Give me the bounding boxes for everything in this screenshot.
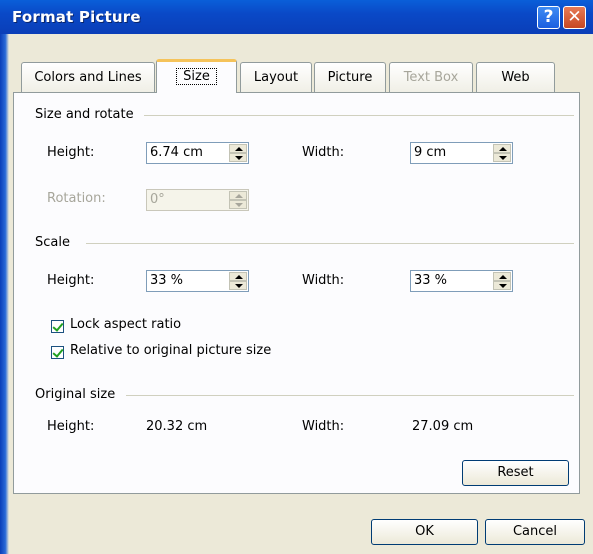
- height-value[interactable]: 6.74 cm: [150, 145, 203, 160]
- spin-up-icon: [229, 191, 247, 200]
- tab-picture[interactable]: Picture: [314, 62, 386, 92]
- title-bar[interactable]: Format Picture ? ✕: [0, 0, 593, 34]
- width-label: Width:: [302, 145, 345, 160]
- cancel-button[interactable]: Cancel: [485, 519, 585, 545]
- scale-height-value[interactable]: 33 %: [150, 273, 183, 288]
- size-rotate-heading: Size and rotate: [35, 107, 134, 122]
- tab-label: Colors and Lines: [34, 70, 142, 85]
- height-spinner[interactable]: 6.74 cm: [146, 142, 249, 164]
- spin-down-icon[interactable]: [493, 281, 511, 290]
- spinner-buttons: [229, 144, 247, 162]
- spin-down-icon: [229, 200, 247, 209]
- spin-up-icon[interactable]: [493, 272, 511, 281]
- spinner-buttons: [229, 272, 247, 290]
- height-label: Height:: [47, 145, 94, 160]
- width-spinner[interactable]: 9 cm: [410, 142, 513, 164]
- scale-divider: [86, 243, 574, 244]
- spin-down-icon[interactable]: [229, 153, 247, 162]
- window-frame: [0, 34, 9, 554]
- tab-label: Size: [176, 68, 217, 85]
- dialog-title: Format Picture: [12, 8, 141, 26]
- tab-text-box: Text Box: [389, 62, 473, 92]
- rotation-value: 0°: [150, 192, 165, 207]
- original-height-value: 20.32 cm: [146, 419, 208, 434]
- spin-up-icon[interactable]: [229, 144, 247, 153]
- spin-up-icon[interactable]: [229, 272, 247, 281]
- original-width-label: Width:: [302, 419, 345, 434]
- original-size-divider: [126, 395, 574, 396]
- size-tab-panel: Size and rotate Height: 6.74 cm Width: 9…: [13, 92, 580, 494]
- tab-web[interactable]: Web: [476, 62, 555, 92]
- size-rotate-divider: [144, 115, 574, 116]
- spin-up-icon[interactable]: [493, 144, 511, 153]
- spinner-buttons: [493, 272, 511, 290]
- tab-colors-and-lines[interactable]: Colors and Lines: [21, 62, 155, 92]
- tab-label: Text Box: [403, 70, 459, 85]
- spin-down-icon[interactable]: [493, 153, 511, 162]
- scale-width-spinner[interactable]: 33 %: [410, 270, 513, 292]
- close-icon[interactable]: ✕: [563, 6, 586, 29]
- help-icon[interactable]: ?: [537, 6, 560, 29]
- tab-label: Web: [501, 70, 530, 85]
- spinner-buttons: [493, 144, 511, 162]
- scale-height-label: Height:: [47, 273, 95, 288]
- relative-size-checkbox[interactable]: [51, 346, 64, 359]
- reset-button[interactable]: Reset: [462, 460, 569, 486]
- tab-label: Layout: [253, 70, 299, 85]
- relative-size-label[interactable]: Relative to original picture size: [70, 343, 271, 358]
- label-text: Height:: [47, 145, 95, 160]
- spinner-buttons: [229, 191, 247, 209]
- scale-heading: Scale: [35, 235, 70, 250]
- scale-width-label: Width:: [302, 273, 345, 288]
- tab-layout[interactable]: Layout: [240, 62, 312, 92]
- original-size-heading: Original size: [35, 387, 116, 402]
- scale-height-spinner[interactable]: 33 %: [146, 270, 249, 292]
- tab-strip: Colors and Lines Size Layout Picture Tex…: [0, 59, 593, 93]
- lock-aspect-label[interactable]: Lock aspect ratio: [70, 317, 181, 332]
- tab-size[interactable]: Size: [156, 59, 237, 93]
- lock-aspect-checkbox[interactable]: [51, 320, 64, 333]
- rotation-label: Rotation:: [47, 191, 106, 206]
- scale-width-value[interactable]: 33 %: [414, 273, 447, 288]
- spin-down-icon[interactable]: [229, 281, 247, 290]
- tab-label: Picture: [327, 70, 373, 85]
- format-picture-dialog: Format Picture ? ✕ Colors and Lines Size…: [0, 0, 593, 554]
- width-value[interactable]: 9 cm: [414, 145, 446, 160]
- ok-button[interactable]: OK: [371, 519, 478, 545]
- original-height-label: Height:: [47, 419, 95, 434]
- rotation-spinner: 0°: [146, 189, 249, 211]
- original-width-value: 27.09 cm: [412, 419, 474, 434]
